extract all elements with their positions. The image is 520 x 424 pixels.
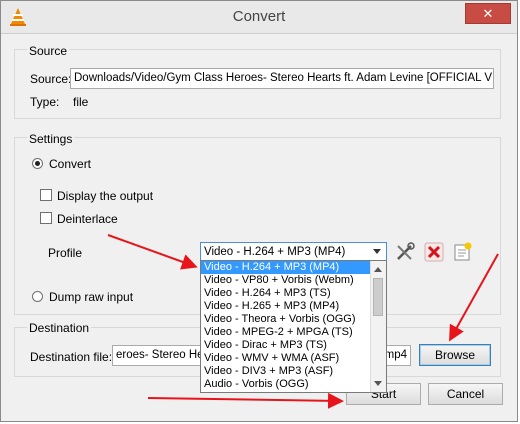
window-title: Convert [232, 8, 286, 25]
title-bar: Convert ✕ [1, 1, 517, 34]
deinterlace-checkbox[interactable] [40, 212, 52, 224]
scroll-thumb[interactable] [373, 278, 383, 316]
profile-option[interactable]: Video - Dirac + MP3 (TS) [201, 339, 371, 352]
profile-options: Video - H.264 + MP3 (MP4) Video - VP80 + … [201, 261, 371, 391]
scroll-down-icon[interactable] [374, 381, 382, 386]
destination-file-value-end: mp4 [384, 349, 407, 361]
profile-dropdown-list[interactable]: Video - H.264 + MP3 (MP4) Video - VP80 + … [200, 260, 387, 393]
convert-window: Convert ✕ Source Source: Downloads/Video… [0, 0, 518, 422]
convert-radio[interactable] [32, 158, 43, 169]
profile-option[interactable]: Video - VP80 + Vorbis (Webm) [201, 274, 371, 287]
profile-label: Profile [48, 246, 83, 260]
destination-group-title: Destination [27, 321, 92, 335]
new-profile-icon[interactable] [451, 241, 473, 263]
profile-option[interactable]: Video - H.264 + MP3 (MP4) [201, 261, 371, 274]
destination-file-label: Destination file: [30, 350, 113, 364]
profile-option[interactable]: Video - MPEG-2 + MPGA (TS) [201, 326, 371, 339]
destination-file-value-start: eroes- Stereo Hea [116, 349, 210, 361]
cancel-button[interactable]: Cancel [428, 383, 503, 405]
source-path-field[interactable]: Downloads/Video/Gym Class Heroes- Stereo… [70, 68, 494, 89]
type-label: Type: [30, 95, 60, 109]
profile-option[interactable]: Video - WMV + WMA (ASF) [201, 352, 371, 365]
close-button[interactable]: ✕ [465, 3, 511, 24]
chevron-down-icon [373, 249, 381, 254]
profile-option[interactable]: Video - H.265 + MP3 (MP4) [201, 300, 371, 313]
profile-option[interactable]: Audio - Vorbis (OGG) [201, 378, 371, 391]
profile-select[interactable]: Video - H.264 + MP3 (MP4) [200, 242, 387, 262]
display-output-label: Display the output [57, 189, 154, 203]
type-value: file [73, 95, 89, 109]
deinterlace-label: Deinterlace [57, 212, 118, 226]
edit-profile-icon[interactable] [394, 241, 416, 263]
scroll-up-icon[interactable] [374, 267, 382, 272]
dump-raw-radio[interactable] [32, 291, 43, 302]
profile-option[interactable]: Video - Theora + Vorbis (OGG) [201, 313, 371, 326]
browse-button[interactable]: Browse [419, 344, 491, 366]
profile-select-value: Video - H.264 + MP3 (MP4) [204, 246, 346, 258]
dropdown-scrollbar[interactable] [370, 261, 386, 392]
source-group-title: Source [27, 44, 70, 58]
convert-label: Convert [49, 157, 92, 171]
delete-profile-icon[interactable] [423, 241, 445, 263]
source-label: Source: [30, 72, 72, 86]
profile-option[interactable]: Video - H.264 + MP3 (TS) [201, 287, 371, 300]
profile-option[interactable]: Video - DIV3 + MP3 (ASF) [201, 365, 371, 378]
display-output-checkbox[interactable] [40, 189, 52, 201]
dump-raw-label: Dump raw input [49, 290, 134, 304]
settings-group-title: Settings [27, 132, 75, 146]
